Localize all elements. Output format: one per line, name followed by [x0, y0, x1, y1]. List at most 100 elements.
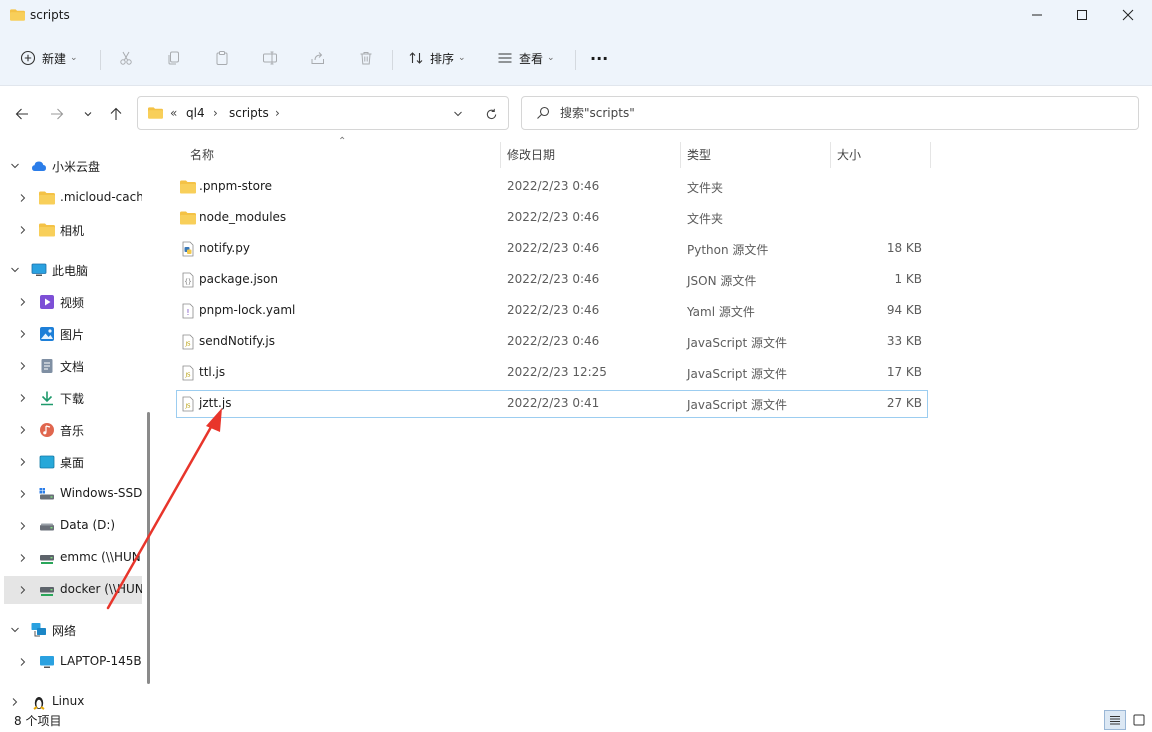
sidebar-item-label: 小米云盘 — [52, 160, 101, 174]
maximize-icon — [1077, 10, 1087, 20]
file-row[interactable]: node_modules 2022/2/23 0:46 文件夹 — [176, 204, 928, 232]
breadcrumb-separator-icon[interactable]: › — [275, 106, 280, 120]
computer-icon — [31, 263, 47, 276]
sidebar-item-windows-ssd[interactable]: Windows-SSD — [0, 480, 142, 508]
sidebar-item-label: Windows-SSD — [60, 486, 142, 500]
delete-button[interactable] — [358, 44, 374, 72]
chevron-right-icon — [20, 458, 26, 466]
sidebar-item-label: 图片 — [60, 328, 85, 342]
file-row[interactable]: JS ttl.js 2022/2/23 12:25 JavaScript 源文件… — [176, 359, 928, 387]
sidebar-item-label: 视频 — [60, 296, 85, 310]
file-type: JSON 源文件 — [687, 274, 757, 288]
network-drive-icon — [40, 587, 54, 596]
pictures-icon — [40, 327, 54, 341]
file-modified: 2022/2/23 0:46 — [507, 303, 600, 317]
view-button[interactable]: 查看 ⌄ — [497, 44, 555, 72]
sidebar-item-music[interactable]: 音乐 — [0, 416, 142, 444]
column-header-type[interactable]: 类型 — [681, 140, 829, 168]
svg-text:{}: {} — [184, 279, 191, 286]
file-type: Yaml 源文件 — [687, 305, 755, 319]
column-divider[interactable] — [930, 142, 931, 168]
forward-button[interactable] — [45, 102, 69, 126]
sidebar-item-docker[interactable]: docker (\\HUN — [4, 576, 142, 604]
yaml-file-icon: ! — [182, 303, 194, 319]
sidebar-item-label: emmc (\\HUN — [60, 550, 141, 564]
column-header-modified[interactable]: 修改日期 — [501, 140, 679, 168]
file-list: ⌃ 名称 修改日期 类型 大小 .pnpm-store 2022/2/23 0:… — [158, 136, 1152, 710]
file-name: node_modules — [199, 210, 287, 224]
chevron-right-icon — [20, 554, 26, 562]
sidebar-item-data-drive[interactable]: Data (D:) — [0, 512, 142, 540]
file-modified: 2022/2/23 0:46 — [507, 334, 600, 348]
chevron-down-icon — [84, 112, 92, 117]
file-row[interactable]: {} package.json 2022/2/23 0:46 JSON 源文件 … — [176, 266, 928, 294]
back-button[interactable] — [10, 102, 34, 126]
file-row[interactable]: notify.py 2022/2/23 0:46 Python 源文件 18 K… — [176, 235, 928, 263]
sidebar-item-desktop[interactable]: 桌面 — [0, 448, 142, 476]
sidebar-item-pictures[interactable]: 图片 — [0, 320, 142, 348]
details-view-icon — [1110, 716, 1120, 725]
address-history-button[interactable] — [449, 105, 467, 123]
sidebar-item-xiaomi-cloud[interactable]: 小米云盘 — [0, 152, 142, 180]
search-box[interactable] — [521, 96, 1139, 130]
svg-text:JS: JS — [184, 373, 191, 379]
new-button[interactable]: 新建 ⌄ — [20, 44, 78, 72]
search-input[interactable] — [560, 103, 1120, 123]
breadcrumb-item[interactable]: ql4 — [186, 106, 205, 120]
sidebar-item-documents[interactable]: 文档 — [0, 352, 142, 380]
cut-button[interactable] — [118, 44, 134, 72]
details-view-button[interactable] — [1104, 710, 1126, 730]
more-options-button[interactable]: ··· — [590, 44, 608, 72]
search-icon — [537, 106, 550, 119]
column-header-label: 类型 — [687, 147, 712, 162]
refresh-button[interactable] — [482, 105, 500, 123]
chevron-down-icon: ⌄ — [547, 53, 555, 63]
rename-button[interactable] — [262, 44, 278, 72]
minimize-button[interactable] — [1014, 0, 1060, 30]
sidebar-item-downloads[interactable]: 下载 — [0, 384, 142, 412]
navigation-scrollbar[interactable] — [147, 412, 150, 684]
file-modified: 2022/2/23 0:46 — [507, 210, 600, 224]
address-bar[interactable]: « ql4 › scripts › — [137, 96, 509, 130]
file-size: 27 KB — [886, 396, 922, 410]
download-icon — [41, 391, 53, 406]
chevron-right-icon — [20, 522, 26, 530]
close-button[interactable] — [1105, 0, 1151, 30]
sidebar-item-laptop[interactable]: LAPTOP-145B — [0, 648, 142, 676]
file-modified: 2022/2/23 0:46 — [507, 241, 600, 255]
sidebar-item-videos[interactable]: 视频 — [0, 288, 142, 316]
maximize-button[interactable] — [1059, 0, 1105, 30]
breadcrumb-item[interactable]: scripts — [229, 106, 269, 120]
breadcrumb-overflow[interactable]: « — [170, 106, 177, 120]
up-button[interactable] — [104, 102, 128, 126]
file-size: 17 KB — [886, 365, 922, 379]
music-icon — [40, 423, 54, 437]
address-row: « ql4 › scripts › — [0, 86, 1152, 140]
thumbnail-view-button[interactable] — [1128, 710, 1150, 730]
file-name: .pnpm-store — [199, 179, 273, 193]
file-type: Python 源文件 — [687, 243, 769, 257]
sidebar-item-emmc[interactable]: emmc (\\HUN — [0, 544, 142, 572]
column-header-size[interactable]: 大小 — [831, 140, 929, 168]
sidebar-item-label: Data (D:) — [60, 518, 116, 532]
paste-button[interactable] — [214, 44, 230, 72]
file-name: sendNotify.js — [199, 334, 276, 348]
computer-icon — [40, 656, 54, 668]
recent-locations-button[interactable] — [76, 102, 100, 126]
column-header-name[interactable]: 名称 — [176, 140, 498, 168]
arrow-left-icon — [15, 108, 28, 120]
sort-button[interactable]: 排序 ⌄ — [408, 44, 466, 72]
sidebar-item-micloud-cache[interactable]: .micloud-cach — [0, 184, 142, 212]
sidebar-item-label: 音乐 — [60, 424, 85, 438]
file-row[interactable]: .pnpm-store 2022/2/23 0:46 文件夹 — [176, 173, 928, 201]
sidebar-item-network[interactable]: 网络 — [0, 616, 142, 644]
file-row[interactable]: JS sendNotify.js 2022/2/23 0:46 JavaScri… — [176, 328, 928, 356]
file-size: 33 KB — [886, 334, 922, 348]
item-count: 8 个项目 — [14, 714, 62, 728]
sidebar-item-camera[interactable]: 相机 — [0, 216, 142, 244]
share-button[interactable] — [310, 44, 326, 72]
copy-button[interactable] — [166, 44, 182, 72]
sidebar-item-this-pc[interactable]: 此电脑 — [0, 256, 142, 284]
file-row[interactable]: ! pnpm-lock.yaml 2022/2/23 0:46 Yaml 源文件… — [176, 297, 928, 325]
file-row[interactable]: JS jztt.js 2022/2/23 0:41 JavaScript 源文件… — [176, 390, 928, 418]
